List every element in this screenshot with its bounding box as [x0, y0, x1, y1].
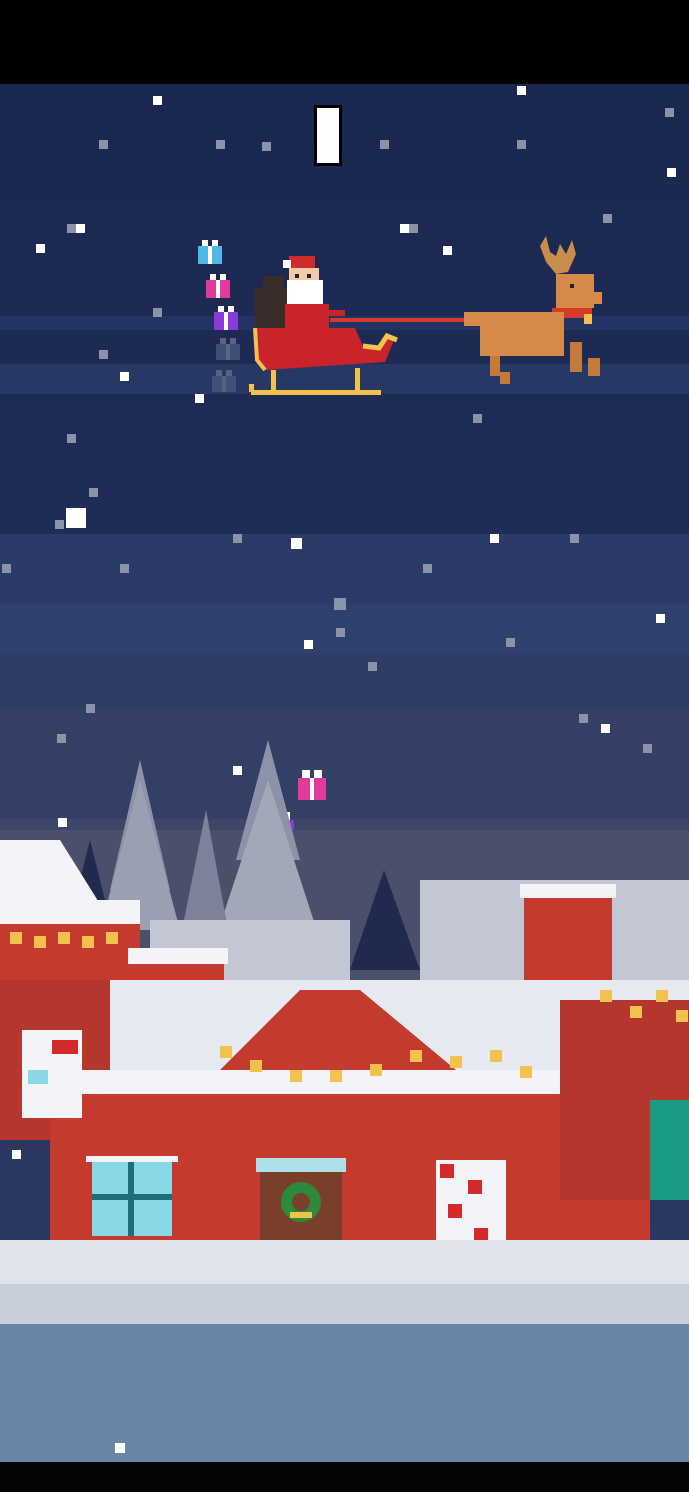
snowflake [570, 534, 579, 543]
snowflake [423, 564, 432, 573]
snowflake [368, 662, 377, 671]
snowflake [517, 140, 526, 149]
snowflake [336, 628, 345, 637]
snowflake [380, 140, 389, 149]
present-icon [212, 370, 236, 392]
present-icon [214, 306, 238, 330]
snowflake [120, 372, 129, 381]
snowflake [115, 1443, 125, 1453]
reindeer [464, 236, 602, 384]
snowflake [99, 140, 108, 149]
navigation-bar [0, 1462, 689, 1492]
snowflake [517, 86, 526, 95]
snowflake [233, 534, 242, 543]
snowflake [656, 614, 665, 623]
snowflake [601, 724, 610, 733]
snowflake [262, 142, 271, 151]
snowflake [443, 246, 452, 255]
snowflake [334, 598, 346, 610]
snowflake [120, 564, 129, 573]
snowflake [291, 538, 302, 549]
snowflake [216, 140, 225, 149]
snowflake [665, 108, 674, 117]
christmas-village [0, 840, 689, 1300]
snowflake [36, 244, 45, 253]
snowflake [667, 168, 676, 177]
snowflake [490, 534, 499, 543]
snowflake [579, 714, 588, 723]
snowflake [67, 224, 76, 233]
snowflake [409, 224, 418, 233]
snowflake [89, 488, 98, 497]
snowflake [86, 704, 95, 713]
status-bar [0, 0, 689, 84]
snowflake [304, 640, 313, 649]
snowflake [506, 638, 515, 647]
present-icon [206, 274, 230, 298]
present-icon [198, 240, 222, 264]
cloud-band [0, 654, 689, 709]
score-display [317, 108, 339, 163]
snowflake [55, 520, 64, 529]
frozen-lake [0, 1324, 689, 1462]
snowflake [99, 350, 108, 359]
present-icon [216, 338, 240, 360]
snowflake [76, 224, 85, 233]
snowflake [66, 508, 86, 528]
snowflake [400, 224, 409, 233]
snowflake [153, 96, 162, 105]
snowflake [67, 434, 76, 443]
cloud-band [0, 534, 689, 604]
present-trail [198, 240, 240, 392]
snowflake [153, 308, 162, 317]
snowflake [473, 414, 482, 423]
snowflake [2, 564, 11, 573]
snowflake [603, 214, 612, 223]
